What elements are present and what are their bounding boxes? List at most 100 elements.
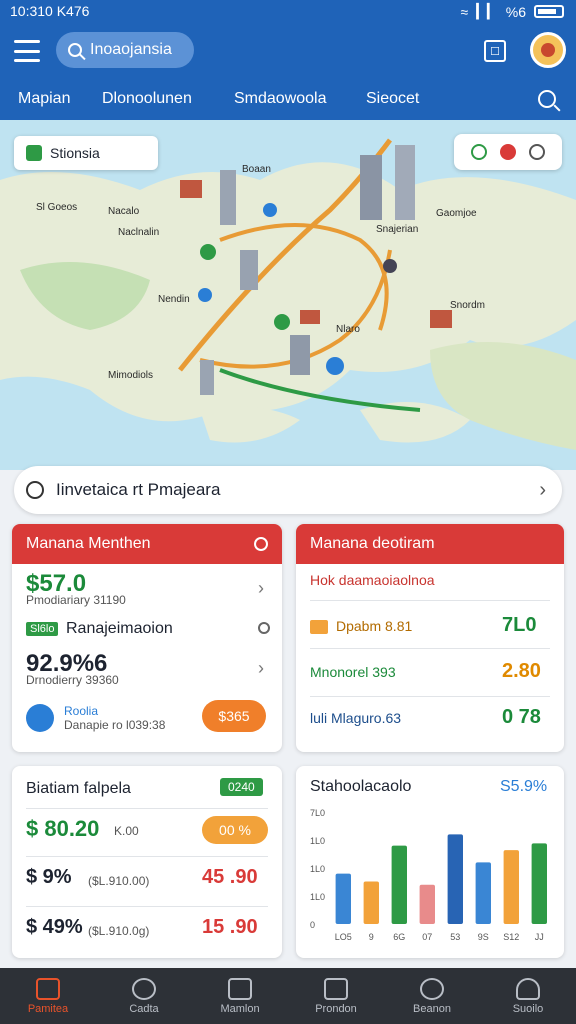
nav-suoilo[interactable]: Suoilo [480, 968, 576, 1024]
map-label: Boaan [242, 164, 271, 175]
location-pin-icon [26, 481, 44, 499]
chart-bar [503, 850, 519, 924]
region-chip[interactable]: Stionsia [14, 136, 158, 170]
clock-icon [132, 977, 156, 1000]
y-tick-label: 1L0 [310, 864, 325, 874]
search-icon [420, 977, 444, 1000]
x-tick-label: LO5 [335, 932, 352, 942]
chart-bar [531, 843, 547, 924]
map-label: Snordm [450, 300, 486, 311]
footer-pill[interactable]: $365 [202, 700, 266, 732]
wifi-icon: ≈ [460, 3, 469, 20]
nav-mamlon[interactable]: Mamlon [192, 968, 288, 1024]
footer-title: Roolia [64, 704, 99, 718]
route-bar[interactable]: Iinvetaica rt Pmajeara › [14, 466, 562, 514]
route-text: Iinvetaica rt Pmajeara [56, 480, 221, 499]
info-icon[interactable] [254, 537, 268, 551]
nav-home[interactable]: Pamitea [0, 968, 96, 1024]
card-summary-left: Manana Menthen $57.0 Pmodiariary 31190 ›… [12, 524, 282, 752]
row-pill: 15 .90 [202, 916, 258, 938]
tab-dlonoolunen[interactable]: Dlonoolunen [102, 90, 192, 108]
tab-sieocet[interactable]: Sieocet [366, 90, 419, 108]
bookmark-icon[interactable]: ☐ [484, 40, 506, 62]
document-icon [324, 977, 348, 1000]
chart-bar [391, 845, 407, 924]
card-subtitle: Hok daamaoiaolnoa [310, 572, 435, 588]
nav-label: Mamlon [220, 1002, 260, 1015]
card-balance: Biatiam falpela 0240 $ 80.20 K.00 00 % $… [12, 766, 282, 958]
row-pill[interactable]: 00 % [202, 816, 268, 844]
map-label: Nendin [158, 294, 190, 305]
layers-icon[interactable] [529, 144, 546, 160]
menu-icon[interactable] [14, 40, 40, 62]
nav-prondon[interactable]: Prondon [288, 968, 384, 1024]
chart-badge: S5.9% [500, 778, 548, 795]
chart-bar [335, 873, 351, 924]
chart-bar [419, 884, 435, 924]
tab-search-icon[interactable] [538, 90, 556, 108]
x-tick-label: JJ [535, 932, 544, 942]
map-label: Nacalo [108, 206, 140, 217]
avatar[interactable] [530, 32, 566, 68]
region-icon [26, 145, 42, 161]
nav-label: Pamitea [27, 1002, 69, 1015]
row-value: $ 49% [26, 916, 83, 938]
search-input[interactable]: Inoaojansia [56, 32, 194, 68]
row-sub: K.00 [114, 824, 139, 838]
card-title: Stahoolacaolo [310, 778, 412, 795]
percent-sub: Drnodierry 39360 [26, 673, 119, 687]
x-tick-label: 07 [422, 932, 432, 942]
y-tick-label: 0 [310, 920, 315, 930]
bottom-nav: Pamitea Cadta Mamlon Prondon Beanon Suoi… [0, 968, 576, 1024]
card-summary-right: Manana deotiram Hok daamaoiaolnoa Dpabm … [296, 524, 564, 752]
tab-smdaowoola[interactable]: Smdaowoola [234, 90, 327, 108]
primary-sub: Pmodiariary 31190 [26, 593, 126, 607]
x-tick-label: S12 [503, 932, 519, 942]
chevron-right-icon[interactable]: › [258, 658, 264, 679]
search-label: Inoaojansia [90, 41, 172, 58]
nav-label: Cadta [129, 1002, 159, 1015]
footer-sub: Danapie ro l039:38 [64, 718, 166, 732]
region-label: Stionsia [50, 145, 100, 161]
user-icon [516, 977, 540, 1000]
status-bar: 10:310 K476 ≈ ▎▎ %6 [0, 0, 576, 24]
chart-icon [228, 977, 252, 1000]
nav-beanon[interactable]: Beanon [384, 968, 480, 1024]
chart-bar [447, 834, 463, 924]
chevron-right-icon[interactable]: › [258, 578, 264, 599]
signal-text: %6 [505, 3, 526, 20]
row-value: 7L0 [502, 614, 537, 636]
row-label: Dpabm 8.81 [336, 618, 413, 634]
row-value: 2.80 [502, 660, 541, 682]
row-sub: ($L.910.0g) [88, 924, 150, 938]
map-label: Sl Goeos [36, 202, 78, 213]
locate-icon[interactable] [470, 144, 487, 160]
nav-cadta[interactable]: Cadta [96, 968, 192, 1024]
radio-icon[interactable] [258, 622, 270, 634]
x-tick-label: 6G [393, 932, 405, 942]
home-icon [36, 977, 60, 1000]
x-tick-label: 53 [450, 932, 460, 942]
map-canvas [0, 138, 576, 450]
record-icon[interactable] [499, 144, 516, 160]
y-tick-label: 1L0 [310, 892, 325, 902]
send-icon [26, 704, 54, 732]
status-icons: ≈ ▎▎ %6 [461, 3, 564, 20]
bar-chart: 7L0 1L0 1L0 1L0 0 LO5 9 6G 07 53 9S S12 JJ [310, 808, 547, 942]
map-label: Snajerian [376, 224, 419, 235]
chevron-right-icon: › [539, 479, 546, 501]
search-icon [68, 43, 82, 57]
title-badge: 0240 [220, 778, 263, 796]
row-value: 0 78 [502, 706, 541, 728]
map-label: Nlaro [336, 324, 360, 335]
row-label: Mnonorel 393 [310, 664, 396, 680]
signal-icon: ▎▎ [476, 3, 498, 19]
card-title: Manana Menthen [26, 535, 151, 552]
map-label: Naclnalin [118, 227, 160, 238]
row-icon [310, 620, 328, 634]
nav-label: Prondon [315, 1002, 357, 1015]
map-tools [454, 134, 562, 170]
map-label: Mimodiols [108, 370, 154, 381]
city-map[interactable]: Sl Goeos Nacalo Naclnalin Boaan Gaomjoe … [0, 120, 576, 470]
tab-map[interactable]: Mapian [18, 90, 70, 108]
